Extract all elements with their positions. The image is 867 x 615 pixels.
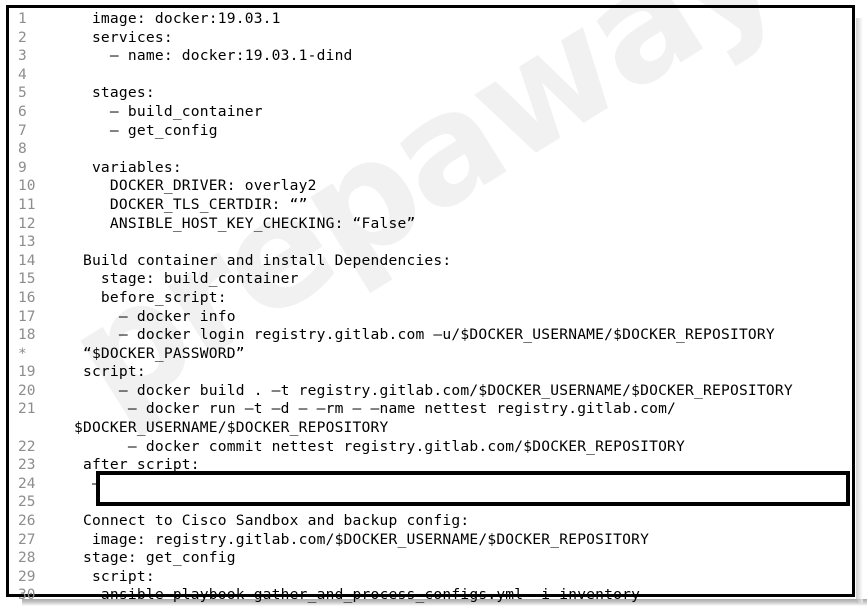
line-number: 17 (18, 308, 36, 325)
code-line: 29 script: (12, 568, 857, 587)
code-line: 26 Connect to Cisco Sandbox and backup c… (12, 512, 857, 531)
line-source-text: $DOCKER_USERNAME/$DOCKER_REPOSITORY (56, 419, 389, 437)
line-number: 6 (18, 103, 27, 120)
code-line: 5 stages: (12, 84, 857, 103)
code-line: 27 image: registry.gitlab.com/$DOCKER_US… (12, 531, 857, 550)
line-source-text: – (56, 474, 101, 492)
line-number: 21 (18, 401, 36, 418)
line-number: 5 (18, 85, 27, 102)
line-number: 3 (18, 48, 27, 65)
code-listing: 1 image: docker:19.03.1 2 services: 3 – na… (12, 10, 857, 603)
code-line: 19 script: (12, 363, 857, 382)
line-source-text: stage: get_config (56, 549, 236, 567)
code-line: 1 image: docker:19.03.1 (12, 10, 857, 29)
line-source-text: “$DOCKER_PASSWORD” (56, 344, 245, 362)
line-number: * (18, 345, 27, 362)
code-line: $DOCKER_USERNAME/$DOCKER_REPOSITORY (12, 419, 857, 438)
line-source-text: script: (56, 567, 155, 585)
code-line: 7 – get_config (12, 122, 857, 141)
line-number: 12 (18, 215, 36, 232)
code-line: 6 – build_container (12, 103, 857, 122)
line-number: 18 (18, 327, 36, 344)
code-line: 12 ANSIBLE_HOST_KEY_CHECKING: “False” (12, 215, 857, 234)
line-source-text: – docker run –t –d – –rm – –name nettest… (56, 400, 677, 418)
line-number: 15 (18, 271, 36, 288)
line-number: 16 (18, 289, 36, 306)
code-line: 17 – docker info (12, 308, 857, 327)
line-number: 27 (18, 531, 36, 548)
line-number: 14 (18, 252, 36, 269)
answer-input-box[interactable] (96, 471, 850, 506)
code-line: 10 DOCKER_DRIVER: overlay2 (12, 177, 857, 196)
line-number: 23 (18, 457, 36, 474)
screenshot-root: prepaway 1 image: docker:19.03.1 2 servic… (0, 0, 867, 615)
line-source-text: stage: build_container (56, 270, 299, 288)
line-source-text: – docker commit nettest registry.gitlab.… (56, 437, 686, 455)
line-number: 10 (18, 178, 36, 195)
line-source-text: – ansible-playbook gather_and_process_co… (56, 586, 641, 604)
frame-drop-shadow-right (856, 18, 863, 603)
line-number: 4 (18, 66, 27, 83)
line-source-text: – docker login registry.gitlab.com –u/$D… (56, 326, 775, 344)
line-number: 8 (18, 141, 27, 158)
line-source-text: – docker build . –t registry.gitlab.com/… (56, 381, 793, 399)
line-source-text: – build_container (56, 102, 263, 120)
code-line: 9 variables: (12, 159, 857, 178)
code-line: 14 Build container and install Dependenc… (12, 252, 857, 271)
code-line: 11 DOCKER_TLS_CERTDIR: “” (12, 196, 857, 215)
line-number: 9 (18, 159, 27, 176)
line-source-text: stages: (56, 84, 155, 102)
code-line: 21 – docker run –t –d – –rm – –name nett… (12, 400, 857, 419)
line-source-text: ANSIBLE_HOST_KEY_CHECKING: “False” (56, 214, 416, 232)
line-source-text: – get_config (56, 121, 218, 139)
code-line: 13 (12, 233, 857, 252)
line-source-text: variables: (56, 158, 182, 176)
line-number: 19 (18, 364, 36, 381)
code-line: 30 – ansible-playbook gather_and_process… (12, 586, 857, 605)
line-source-text: before_script: (56, 288, 227, 306)
line-number: 25 (18, 494, 36, 511)
line-source-text: image: docker:19.03.1 (56, 10, 281, 27)
line-source-text: script: (56, 363, 146, 381)
line-source-text: – docker info (56, 307, 236, 325)
code-line: 16 before_script: (12, 289, 857, 308)
code-line: 15 stage: build_container (12, 270, 857, 289)
line-number: 1 (18, 11, 27, 27)
code-line: 20 – docker build . –t registry.gitlab.c… (12, 382, 857, 401)
line-number: 11 (18, 196, 36, 213)
code-line: 28 stage: get_config (12, 549, 857, 568)
line-number: 20 (18, 382, 36, 399)
line-number: 30 (18, 587, 36, 604)
line-number: 22 (18, 438, 36, 455)
line-source-text: services: (56, 28, 173, 46)
code-line: 18 – docker login registry.gitlab.com –u… (12, 326, 857, 345)
code-line: 2 services: (12, 29, 857, 48)
line-source-text: Connect to Cisco Sandbox and backup conf… (56, 512, 470, 530)
line-source-text: Build container and install Dependencies… (56, 251, 452, 269)
line-number: 29 (18, 568, 36, 585)
line-source-text: image: registry.gitlab.com/$DOCKER_USERN… (56, 530, 650, 548)
line-number: 24 (18, 475, 36, 492)
line-number: 26 (18, 513, 36, 530)
code-line: 22 – docker commit nettest registry.gitl… (12, 438, 857, 457)
line-number: 7 (18, 122, 27, 139)
line-number: 13 (18, 234, 36, 251)
code-line: 4 (12, 66, 857, 85)
line-number: 2 (18, 29, 27, 46)
line-source-text: DOCKER_TLS_CERTDIR: “” (56, 195, 308, 213)
code-line: * “$DOCKER_PASSWORD” (12, 345, 857, 364)
line-source-text: DOCKER_DRIVER: overlay2 (56, 177, 317, 195)
code-line: 3 – name: docker:19.03.1-dind (12, 47, 857, 66)
code-line: 8 (12, 140, 857, 159)
line-source-text: – name: docker:19.03.1-dind (56, 47, 353, 65)
line-number: 28 (18, 550, 36, 567)
